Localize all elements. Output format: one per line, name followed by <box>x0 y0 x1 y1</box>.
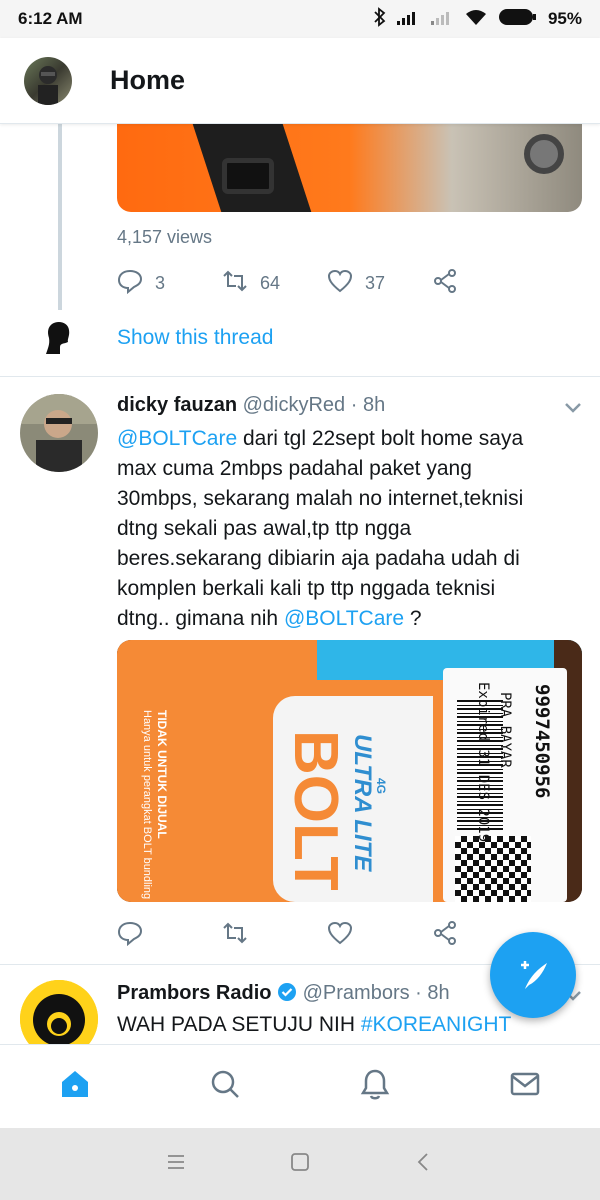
retweet-count: 64 <box>260 273 281 293</box>
like-count: 37 <box>365 273 386 293</box>
mention-link[interactable]: @BOLTCare <box>284 607 404 630</box>
signal-icon <box>396 8 420 31</box>
status-bar: 6:12 AM 95% <box>0 0 600 38</box>
tweet-text-segment: dari tgl 22sept bolt home saya <box>237 427 524 450</box>
tweet-actions <box>117 920 537 951</box>
share-icon <box>432 920 458 951</box>
reply-count: 3 <box>155 273 166 293</box>
card-notice: TIDAK UNTUK DIJUAL <box>155 710 169 839</box>
reply-icon <box>117 920 143 951</box>
hashtag-link[interactable]: #KOREANIGHT <box>361 1013 512 1036</box>
like-button[interactable] <box>327 920 432 951</box>
heart-icon <box>327 268 353 299</box>
author-avatar[interactable] <box>20 394 98 472</box>
tweet-actions: 3 64 37 <box>117 268 537 299</box>
heart-icon <box>327 920 353 951</box>
home-square-icon[interactable] <box>289 1151 311 1178</box>
tweet-text-segment: komplen berkali kali tp ttp nggada tekni… <box>117 577 496 600</box>
messages-tab-icon[interactable] <box>508 1067 542 1106</box>
card-badge: 4G <box>374 778 388 794</box>
timeline[interactable]: 4,157 views 3 64 37 Show this thread dic… <box>0 124 600 1044</box>
tweet-header: dicky fauzan @dickyRed · 8h <box>117 394 385 417</box>
retweet-icon <box>222 920 248 951</box>
retweet-icon <box>222 268 248 299</box>
tweet-divider <box>0 376 600 377</box>
card-product: ULTRA LITE <box>349 734 376 872</box>
share-button[interactable] <box>432 268 537 299</box>
thread-avatar-icon <box>44 320 74 356</box>
card-number: 9997450956 <box>531 684 553 799</box>
author-handle: @dickyRed · 8h <box>242 394 386 416</box>
prambors-avatar[interactable] <box>20 980 98 1044</box>
tweet-text-segment: 30mbps, sekarang malah no internet,tekni… <box>117 487 524 510</box>
tweet-text-line: komplen berkali kali tp ttp nggada tekni… <box>117 574 587 604</box>
search-tab-icon[interactable] <box>208 1067 242 1106</box>
card-plan: PRA BAYAR <box>497 692 513 768</box>
tweet-text-segment: ? <box>404 607 422 630</box>
author-name[interactable]: Prambors Radio <box>117 982 271 1004</box>
show-thread-link[interactable]: Show this thread <box>117 326 273 350</box>
like-button[interactable]: 37 <box>327 268 432 299</box>
tweet-header: Prambors Radio @Prambors · 8h <box>117 982 450 1008</box>
tweet-text-segment: dtng.. gimana nih <box>117 607 284 630</box>
retweet-button[interactable] <box>222 920 327 951</box>
reply-icon <box>117 268 143 299</box>
bluetooth-icon <box>374 6 386 32</box>
tweet-text-line: max cuma 2mbps padahal paket yang <box>117 454 587 484</box>
signal-weak-icon <box>430 8 454 31</box>
card-brand: BOLT <box>285 730 350 890</box>
card-notice-sub: Hanya untuk perangkat BOLT bundling <box>141 710 153 900</box>
reply-button[interactable]: 3 <box>117 268 222 299</box>
tweet-menu-chevron-icon[interactable] <box>564 402 582 414</box>
tweet-text-segment: dtng sekali pas awal,tp ttp ngga <box>117 517 412 540</box>
author-name[interactable]: dicky fauzan <box>117 394 237 416</box>
profile-avatar[interactable] <box>24 56 72 105</box>
tweet-text-line: dtng.. gimana nih @BOLTCare ? <box>117 604 587 634</box>
retweet-button[interactable]: 64 <box>222 268 327 299</box>
notifications-tab-icon[interactable] <box>358 1067 392 1106</box>
wifi-icon <box>464 8 488 31</box>
home-tab-icon[interactable] <box>58 1067 92 1106</box>
tweet-text-line: @BOLTCare dari tgl 22sept bolt home saya <box>117 424 587 454</box>
verified-badge-icon <box>277 982 297 1008</box>
tweet-text: @BOLTCare dari tgl 22sept bolt home saya… <box>117 424 587 634</box>
bottom-nav <box>0 1044 600 1128</box>
tweet-text-segment: beres.sekarang dibiarin aja padaha udah … <box>117 547 520 570</box>
back-chevron-icon[interactable] <box>413 1151 435 1178</box>
status-time: 6:12 AM <box>18 9 83 28</box>
menu-icon[interactable] <box>165 1151 187 1178</box>
tweet-text-line: dtng sekali pas awal,tp ttp ngga <box>117 514 587 544</box>
tweet-text-line: 30mbps, sekarang malah no internet,tekni… <box>117 484 587 514</box>
compose-feather-icon <box>521 961 547 989</box>
battery-icon <box>498 7 538 32</box>
author-handle: @Prambors · 8h <box>302 982 450 1004</box>
app-header: Home <box>0 38 600 124</box>
mention-link[interactable]: @BOLTCare <box>117 427 237 450</box>
page-title: Home <box>110 65 186 95</box>
tweet-text-segment: max cuma 2mbps padahal paket yang <box>117 457 472 480</box>
tweet-text-plain: WAH PADA SETUJU NIH <box>117 1013 361 1036</box>
reply-button[interactable] <box>117 920 222 951</box>
thread-line <box>58 124 62 310</box>
compose-tweet-button[interactable] <box>490 932 576 1018</box>
view-count: 4,157 views <box>117 227 213 247</box>
card-expiry: Expired 31 DES 2019 <box>475 682 491 843</box>
battery-percent: 95% <box>547 9 582 28</box>
tweet-text-line: beres.sekarang dibiarin aja padaha udah … <box>117 544 587 574</box>
tweet-image[interactable]: BOLT ULTRA LITE 4G 9997450956 PRA BAYAR … <box>117 640 582 902</box>
android-nav-bar <box>0 1128 600 1200</box>
video-thumbnail[interactable] <box>117 124 582 212</box>
share-icon <box>432 268 458 299</box>
